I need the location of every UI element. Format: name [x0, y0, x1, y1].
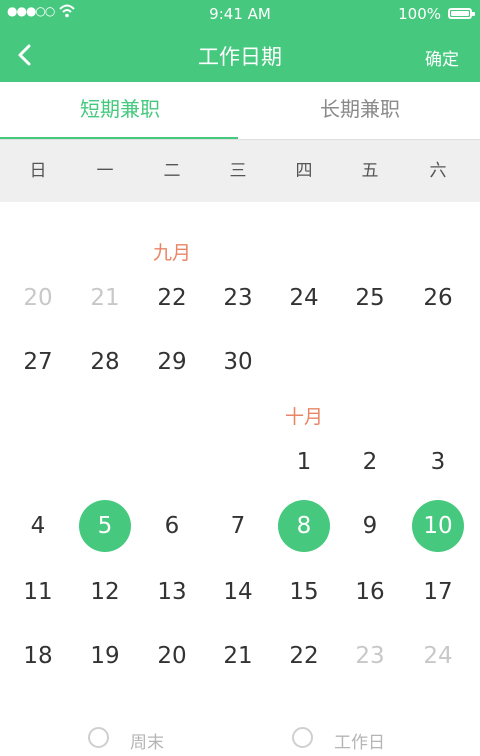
day-cell[interactable]: 24 — [278, 272, 330, 324]
day-cell[interactable]: 27 — [12, 336, 64, 388]
weekday-label: 日 — [29, 161, 47, 181]
day-cell[interactable]: 17 — [412, 566, 464, 618]
day-cell[interactable]: 22 — [146, 272, 198, 324]
day-cell[interactable]: 14 — [212, 566, 264, 618]
day-cell[interactable]: 4 — [12, 500, 64, 552]
month-label: 十月 — [284, 406, 323, 428]
day-cell[interactable]: 22 — [278, 630, 330, 682]
day-cell: 24 — [423, 643, 453, 669]
day-cell[interactable]: 26 — [412, 272, 464, 324]
day-cell[interactable]: 1 — [278, 436, 330, 488]
workday-label: 工作日 — [334, 733, 385, 753]
confirm-button[interactable]: 确定 — [425, 45, 459, 70]
job-type-tabs: 短期兼职 长期兼职 — [0, 82, 480, 140]
weekend-label: 周末 — [130, 733, 164, 753]
day-cell[interactable]: 25 — [344, 272, 396, 324]
weekday-label: 五 — [361, 161, 379, 181]
day-cell[interactable]: 6 — [146, 500, 198, 552]
work-date-screen: ●●●○○ 9:41 AM 100% 工作日期 确定 短期兼职 长期兼职 日 一 二… — [0, 0, 480, 753]
day-cell: 21 — [90, 285, 120, 311]
day-cell[interactable]: 3 — [412, 436, 464, 488]
day-cell[interactable]: 15 — [278, 566, 330, 618]
day-cell[interactable]: 11 — [12, 566, 64, 618]
day-cell: 23 — [355, 643, 385, 669]
selected-day-cell[interactable]: 8 — [278, 500, 330, 552]
day-cell[interactable]: 30 — [212, 336, 264, 388]
top-bar: ●●●○○ 9:41 AM 100% 工作日期 确定 — [0, 0, 480, 82]
weekday-label: 四 — [295, 161, 313, 181]
weekday-label: 六 — [429, 161, 447, 181]
weekday-header: 日一二三四五六 — [0, 140, 480, 202]
month-label: 九月 — [152, 242, 191, 264]
day-cell: 20 — [23, 285, 53, 311]
day-cell[interactable]: 19 — [79, 630, 131, 682]
battery-icon — [448, 8, 475, 19]
nav-bar: 工作日期 确定 — [0, 28, 480, 82]
day-cell[interactable]: 2 — [344, 436, 396, 488]
day-cell[interactable]: 18 — [12, 630, 64, 682]
weekday-label: 二 — [163, 161, 181, 181]
day-cell[interactable]: 16 — [344, 566, 396, 618]
weekday-label: 一 — [96, 161, 114, 181]
day-cell[interactable]: 28 — [79, 336, 131, 388]
workday-radio[interactable] — [292, 727, 313, 748]
weekday-label: 三 — [229, 161, 247, 181]
day-cell[interactable]: 13 — [146, 566, 198, 618]
page-title: 工作日期 — [198, 45, 282, 69]
day-cell[interactable]: 9 — [344, 500, 396, 552]
active-tab-indicator — [0, 137, 238, 139]
day-cell[interactable]: 20 — [146, 630, 198, 682]
day-cell[interactable]: 29 — [146, 336, 198, 388]
day-cell[interactable]: 12 — [79, 566, 131, 618]
selected-day-cell[interactable]: 10 — [412, 500, 464, 552]
day-cell[interactable]: 7 — [212, 500, 264, 552]
day-cell[interactable]: 23 — [212, 272, 264, 324]
day-cell[interactable]: 21 — [212, 630, 264, 682]
battery-percent: 100% — [398, 5, 441, 23]
tab-short-term[interactable]: 短期兼职 — [0, 82, 240, 139]
status-bar: ●●●○○ 9:41 AM 100% — [0, 0, 480, 28]
selected-day-cell[interactable]: 5 — [79, 500, 131, 552]
weekend-radio[interactable] — [88, 727, 109, 748]
tab-long-term[interactable]: 长期兼职 — [240, 82, 480, 139]
